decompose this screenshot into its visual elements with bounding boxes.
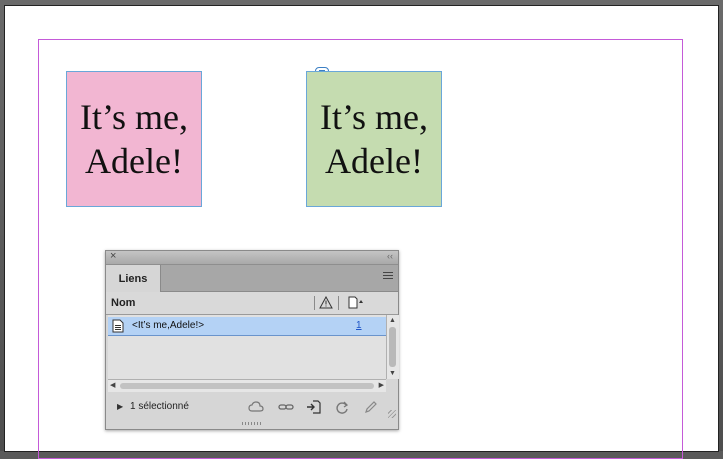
scroll-right-icon[interactable]: ▶ [379,382,384,390]
frame-text-line-1: It’s me, [80,97,188,137]
links-panel: × ‹‹ Liens Nom <It’s me,Adele!> 1 ▲ ▼ ◀ … [105,250,399,430]
vertical-scrollbar[interactable]: ▲ ▼ [386,315,399,379]
frame-text-line-2: Adele! [325,141,423,181]
column-divider[interactable] [338,296,339,310]
horizontal-scrollbar[interactable]: ◀ ▶ [108,379,386,392]
relink-icon[interactable] [278,400,294,414]
link-page-number[interactable]: 1 [356,320,362,331]
scroll-down-icon[interactable]: ▼ [389,370,396,378]
panel-tabstrip: Liens [106,265,398,292]
panel-grip[interactable] [242,422,262,425]
scroll-thumb[interactable] [120,383,374,389]
column-header: Nom [106,292,398,315]
link-name: <It’s me,Adele!> [132,320,205,331]
panel-titlebar[interactable]: × ‹‹ [106,250,398,265]
resize-handle[interactable] [388,410,396,418]
frame-text-line-1: It’s me, [320,97,428,137]
update-link-icon[interactable] [334,400,350,414]
collapse-icon[interactable]: ‹‹ [387,250,393,263]
edit-original-icon[interactable] [363,400,379,414]
panel-menu-icon[interactable] [383,272,393,281]
selection-count: 1 sélectionné [130,401,189,412]
scroll-up-icon[interactable]: ▲ [389,317,396,325]
text-frame-green-linked[interactable]: It’s me, Adele! [306,71,442,207]
disclosure-triangle-icon[interactable]: ▶ [117,402,123,411]
page-sort-icon[interactable] [348,296,364,309]
column-name-header[interactable]: Nom [111,297,135,309]
column-divider[interactable] [314,296,315,310]
links-list: <It’s me,Adele!> 1 [108,315,386,379]
link-row[interactable]: <It’s me,Adele!> 1 [108,317,386,336]
close-icon[interactable]: × [110,250,116,263]
frame-text-line-2: Adele! [85,141,183,181]
tab-liens[interactable]: Liens [106,265,161,292]
panel-footer: ▶ 1 sélectionné [106,394,398,420]
goto-link-icon[interactable] [306,400,322,414]
scroll-thumb[interactable] [389,327,396,367]
cloud-icon[interactable] [248,400,264,414]
text-frame-pink[interactable]: It’s me, Adele! [66,71,202,207]
scroll-left-icon[interactable]: ◀ [110,382,115,390]
text-document-icon [112,319,124,333]
warning-icon[interactable] [319,296,333,309]
